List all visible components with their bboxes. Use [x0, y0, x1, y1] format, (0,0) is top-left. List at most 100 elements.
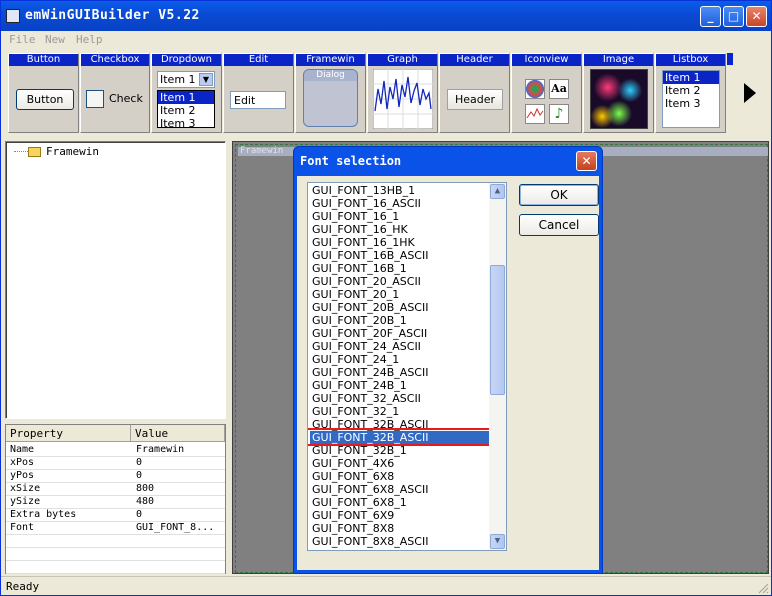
font-item[interactable]: GUI_FONT_13HB_1: [310, 184, 491, 197]
right-arrow-icon[interactable]: [744, 83, 756, 103]
property-row[interactable]: yPos 0: [6, 470, 225, 483]
tool-caption: Iconview: [512, 54, 581, 66]
property-name: ySize: [10, 496, 41, 507]
menu-file[interactable]: File: [9, 33, 36, 46]
list-item: Item 1: [663, 71, 719, 84]
chevron-down-icon: ▼: [199, 73, 213, 86]
list-item: Item 3: [665, 97, 701, 110]
font-item[interactable]: GUI_FONT_16_ASCII: [310, 197, 491, 210]
font-item[interactable]: GUI_FONT_16_HK: [310, 223, 491, 236]
font-list[interactable]: GUI_FONT_13HB_1 GUI_FONT_16_ASCII GUI_FONT…: [307, 182, 507, 551]
font-selection-dialog: Font selection ✕ GUI_FONT_13HB_1 GUI_FONT…: [293, 146, 603, 574]
tool-header[interactable]: Header Header: [439, 53, 510, 133]
menu-new[interactable]: New: [45, 33, 65, 46]
font-item[interactable]: GUI_FONT_16_1HK: [310, 236, 491, 249]
scroll-down-icon[interactable]: ▼: [490, 534, 505, 549]
font-item[interactable]: GUI_FONT_20_1: [310, 288, 491, 301]
font-item[interactable]: GUI_FONT_6X8: [310, 470, 491, 483]
font-item[interactable]: GUI_FONT_6X8_ASCII: [310, 483, 491, 496]
font-item[interactable]: GUI_FONT_32B_1: [310, 444, 491, 457]
listbox-preview: Item 1 Item 2 Item 3: [662, 70, 720, 128]
widget-tree[interactable]: Framewin: [5, 141, 226, 419]
tool-graph[interactable]: Graph: [367, 53, 438, 133]
value-column-header[interactable]: Value: [131, 425, 225, 442]
list-item: Item 2: [160, 104, 196, 117]
tree-connector: [14, 151, 28, 152]
tool-checkbox[interactable]: Checkbox Check: [80, 53, 150, 133]
font-item[interactable]: GUI_FONT_4X6: [310, 457, 491, 470]
font-item[interactable]: GUI_FONT_24B_ASCII: [310, 366, 491, 379]
font-item[interactable]: GUI_FONT_8X8: [310, 522, 491, 535]
property-value[interactable]: 800: [136, 483, 154, 494]
menu-help[interactable]: Help: [76, 33, 103, 46]
font-item[interactable]: GUI_FONT_16_1: [310, 210, 491, 223]
ok-button[interactable]: OK: [519, 184, 599, 206]
sample-button: Button: [16, 89, 74, 110]
minimize-button[interactable]: _: [700, 6, 721, 27]
property-row-empty: [6, 535, 225, 548]
tool-caption: Graph: [368, 54, 437, 66]
property-column-header[interactable]: Property: [6, 425, 131, 442]
font-item[interactable]: GUI_FONT_16B_ASCII: [310, 249, 491, 262]
scroll-thumb[interactable]: [490, 265, 505, 395]
font-list-scrollbar[interactable]: ▲ ▼: [489, 183, 506, 550]
property-value[interactable]: GUI_FONT_8...: [136, 522, 214, 533]
tool-listbox[interactable]: Listbox Item 1 Item 2 Item 3: [655, 53, 726, 133]
font-item[interactable]: GUI_FONT_8X8_1: [310, 548, 491, 550]
dialog-close-button[interactable]: ✕: [576, 151, 597, 171]
tool-edit[interactable]: Edit Edit: [223, 53, 294, 133]
font-item[interactable]: GUI_FONT_20B_ASCII: [310, 301, 491, 314]
font-item[interactable]: GUI_FONT_32_ASCII: [310, 392, 491, 405]
dialog-title: Font selection: [300, 154, 402, 168]
property-row[interactable]: xSize 800: [6, 483, 225, 496]
font-item[interactable]: GUI_FONT_20B_1: [310, 314, 491, 327]
font-item[interactable]: GUI_FONT_32_1: [310, 405, 491, 418]
property-grid[interactable]: Property Value Name Framewin xPos 0 yPos 0 xSi…: [5, 424, 226, 574]
property-value[interactable]: 480: [136, 496, 154, 507]
property-name: Name: [10, 444, 35, 455]
tool-caption: Image: [584, 54, 653, 66]
font-item[interactable]: GUI_FONT_6X9: [310, 509, 491, 522]
tree-node-framewin[interactable]: Framewin: [46, 145, 99, 158]
title-bar[interactable]: emWinGUIBuilder V5.22 _ □ ✕: [1, 1, 771, 31]
close-button[interactable]: ✕: [746, 6, 767, 27]
graph-icon: [373, 69, 433, 129]
resize-grip-icon[interactable]: [757, 582, 769, 594]
status-text: Ready: [6, 580, 40, 593]
font-item[interactable]: GUI_FONT_20_ASCII: [310, 275, 491, 288]
tool-framewin[interactable]: Framewin Dialog: [295, 53, 366, 133]
header-preview: Header: [447, 89, 503, 110]
font-item[interactable]: GUI_FONT_6X8_1: [310, 496, 491, 509]
palette-icon: [525, 79, 545, 99]
property-row[interactable]: Name Framewin: [6, 444, 225, 457]
main-window: emWinGUIBuilder V5.22 _ □ ✕ File New Hel…: [0, 0, 772, 596]
property-row[interactable]: Font GUI_FONT_8...: [6, 522, 225, 535]
property-value[interactable]: 0: [136, 470, 142, 481]
font-item[interactable]: GUI_FONT_16B_1: [310, 262, 491, 275]
property-row[interactable]: Extra bytes 0: [6, 509, 225, 522]
property-row[interactable]: ySize 480: [6, 496, 225, 509]
framewin-preview: Dialog: [303, 69, 358, 127]
font-item[interactable]: GUI_FONT_24_ASCII: [310, 340, 491, 353]
property-value[interactable]: Framewin: [136, 444, 184, 455]
property-row-empty: [6, 561, 225, 574]
font-item[interactable]: GUI_FONT_24_1: [310, 353, 491, 366]
cancel-button[interactable]: Cancel: [519, 214, 599, 236]
property-name: Extra bytes: [10, 509, 77, 520]
scroll-up-icon[interactable]: ▲: [490, 184, 505, 199]
property-value[interactable]: 0: [136, 509, 142, 520]
chart-icon: [525, 104, 545, 124]
font-item[interactable]: GUI_FONT_24B_1: [310, 379, 491, 392]
status-bar: Ready: [1, 576, 771, 596]
tool-dropdown[interactable]: Dropdown Item 1 ▼ Item 1 Item 2 Item 3: [151, 53, 222, 133]
tool-caption: Edit: [224, 54, 293, 66]
property-row[interactable]: xPos 0: [6, 457, 225, 470]
maximize-button[interactable]: □: [723, 6, 744, 27]
tool-image[interactable]: Image: [583, 53, 654, 133]
folder-icon: [28, 147, 41, 157]
font-item[interactable]: GUI_FONT_20F_ASCII: [310, 327, 491, 340]
tool-iconview[interactable]: Iconview Aa ♪: [511, 53, 582, 133]
font-item[interactable]: GUI_FONT_8X8_ASCII: [310, 535, 491, 548]
tool-button[interactable]: Button Button: [8, 53, 79, 133]
property-value[interactable]: 0: [136, 457, 142, 468]
